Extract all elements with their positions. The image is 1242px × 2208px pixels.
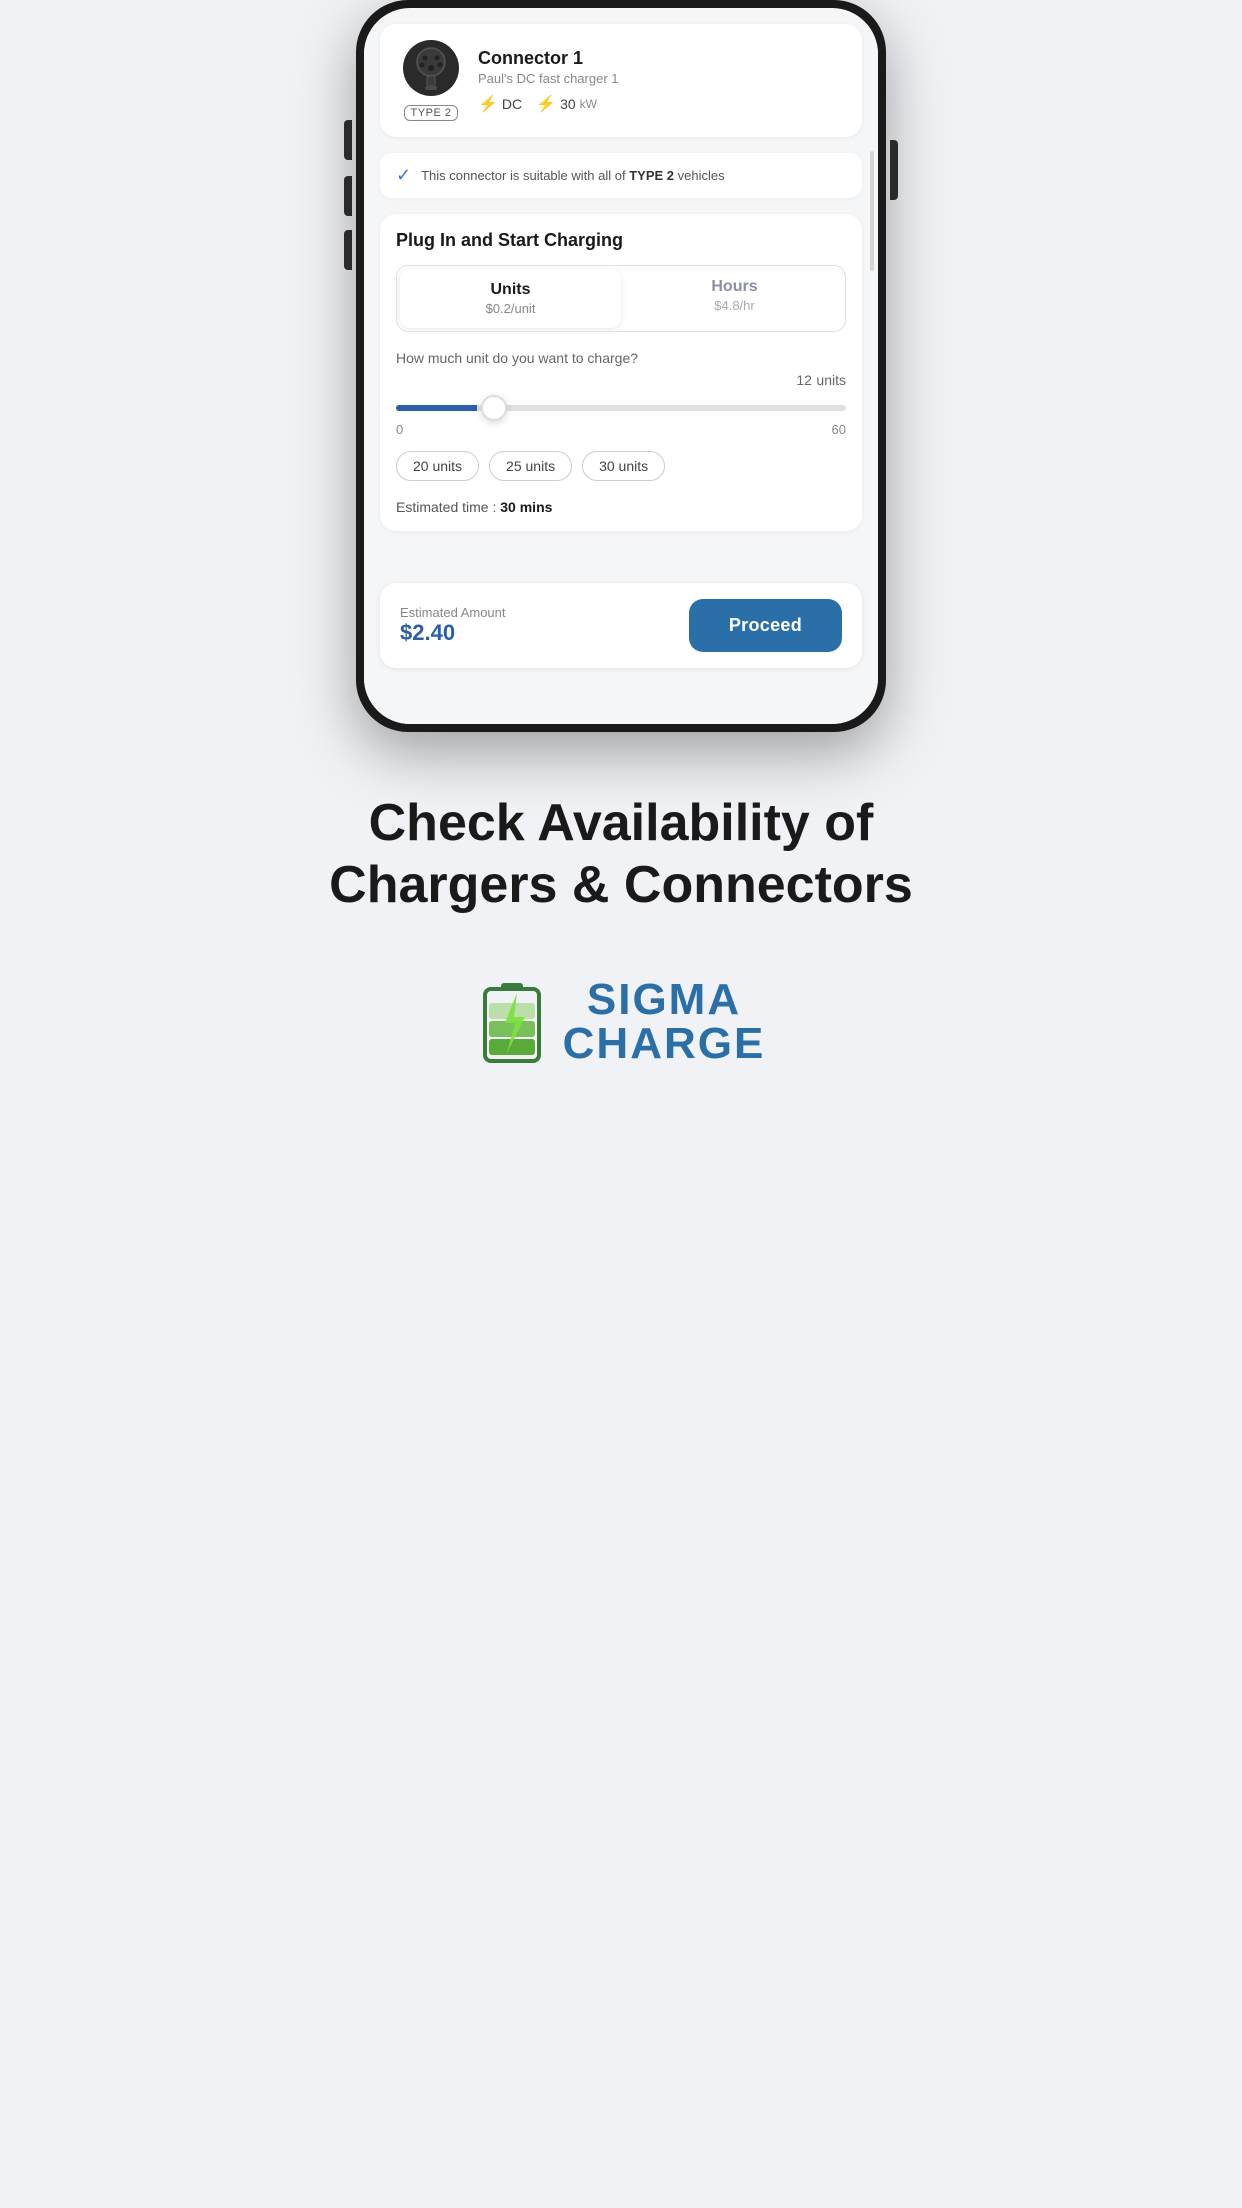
slider-min: 0: [396, 422, 403, 437]
dc-icon: ⚡: [478, 94, 498, 114]
logo-battery-icon: [477, 977, 547, 1067]
slider-container[interactable]: [396, 398, 846, 416]
connector-icon-wrap: TYPE 2: [396, 40, 466, 121]
plug-title: Plug In and Start Charging: [396, 230, 846, 251]
units-value: 12: [796, 372, 812, 388]
dc-spec: ⚡ DC: [478, 94, 522, 114]
est-time: Estimated time : 30 mins: [396, 499, 846, 515]
tab-selector[interactable]: Units $0.2/unit Hours $4.8/hr: [396, 265, 846, 332]
est-time-value: 30 mins: [500, 499, 552, 515]
phone-screen: TYPE 2 Connector 1 Paul's DC fast charge…: [364, 8, 878, 724]
power-icon: ⚡: [536, 94, 556, 114]
units-count: 12 units: [796, 372, 846, 390]
logo-area: SIGMA CHARGE: [80, 977, 1162, 1067]
suitable-banner: ✓ This connector is suitable with all of…: [380, 153, 862, 198]
connector-specs: ⚡ DC ⚡ 30 kW: [478, 94, 846, 114]
power-unit: kW: [580, 97, 597, 111]
chip-30[interactable]: 30 units: [582, 451, 665, 481]
bottom-bar: Estimated Amount $2.40 Proceed: [380, 583, 862, 668]
app-content: TYPE 2 Connector 1 Paul's DC fast charge…: [364, 24, 878, 724]
scroll-indicator: [870, 151, 874, 271]
amount-block: Estimated Amount $2.40: [400, 605, 506, 646]
tab-units-label: Units: [408, 281, 613, 299]
power-label: 30: [560, 96, 576, 112]
connector-title: Connector 1: [478, 48, 846, 69]
plug-section: Plug In and Start Charging Units $0.2/un…: [380, 214, 862, 531]
connector-icon: [403, 40, 459, 96]
type-badge: TYPE 2: [404, 105, 459, 121]
slider-max: 60: [832, 422, 846, 437]
slider-labels: 0 60: [396, 422, 846, 437]
chips-row: 20 units 25 units 30 units: [396, 451, 846, 481]
chip-20[interactable]: 20 units: [396, 451, 479, 481]
below-phone-section: Check Availability of Chargers & Connect…: [0, 732, 1242, 1127]
dc-label: DC: [502, 96, 522, 112]
tab-hours-price: $4.8/hr: [632, 298, 837, 313]
bottom-padding: [364, 684, 878, 704]
tab-units[interactable]: Units $0.2/unit: [400, 269, 621, 328]
chip-25[interactable]: 25 units: [489, 451, 572, 481]
main-headline: Check Availability of Chargers & Connect…: [80, 792, 1162, 917]
amount-label: Estimated Amount: [400, 605, 506, 620]
phone-shell: TYPE 2 Connector 1 Paul's DC fast charge…: [356, 0, 886, 732]
proceed-button[interactable]: Proceed: [689, 599, 842, 652]
amount-value: $2.40: [400, 620, 506, 646]
tab-hours[interactable]: Hours $4.8/hr: [624, 266, 845, 331]
connector-subtitle: Paul's DC fast charger 1: [478, 71, 846, 86]
power-spec: ⚡ 30 kW: [536, 94, 597, 114]
spacer: [364, 547, 878, 567]
connector-card: TYPE 2 Connector 1 Paul's DC fast charge…: [380, 24, 862, 137]
suitable-text: This connector is suitable with all of T…: [421, 168, 725, 183]
suitable-type: TYPE 2: [629, 168, 674, 183]
tab-units-price: $0.2/unit: [408, 301, 613, 316]
tab-hours-label: Hours: [632, 278, 837, 296]
logo-sigma: SIGMA: [563, 978, 766, 1022]
logo-charge: CHARGE: [563, 1022, 766, 1066]
units-slider[interactable]: [396, 405, 846, 411]
check-icon: ✓: [396, 165, 411, 186]
units-question: How much unit do you want to charge?: [396, 350, 846, 366]
logo-text: SIGMA CHARGE: [563, 978, 766, 1066]
units-count-row: 12 units: [396, 372, 846, 390]
units-label: units: [816, 372, 846, 388]
connector-info: Connector 1 Paul's DC fast charger 1 ⚡ D…: [478, 48, 846, 114]
